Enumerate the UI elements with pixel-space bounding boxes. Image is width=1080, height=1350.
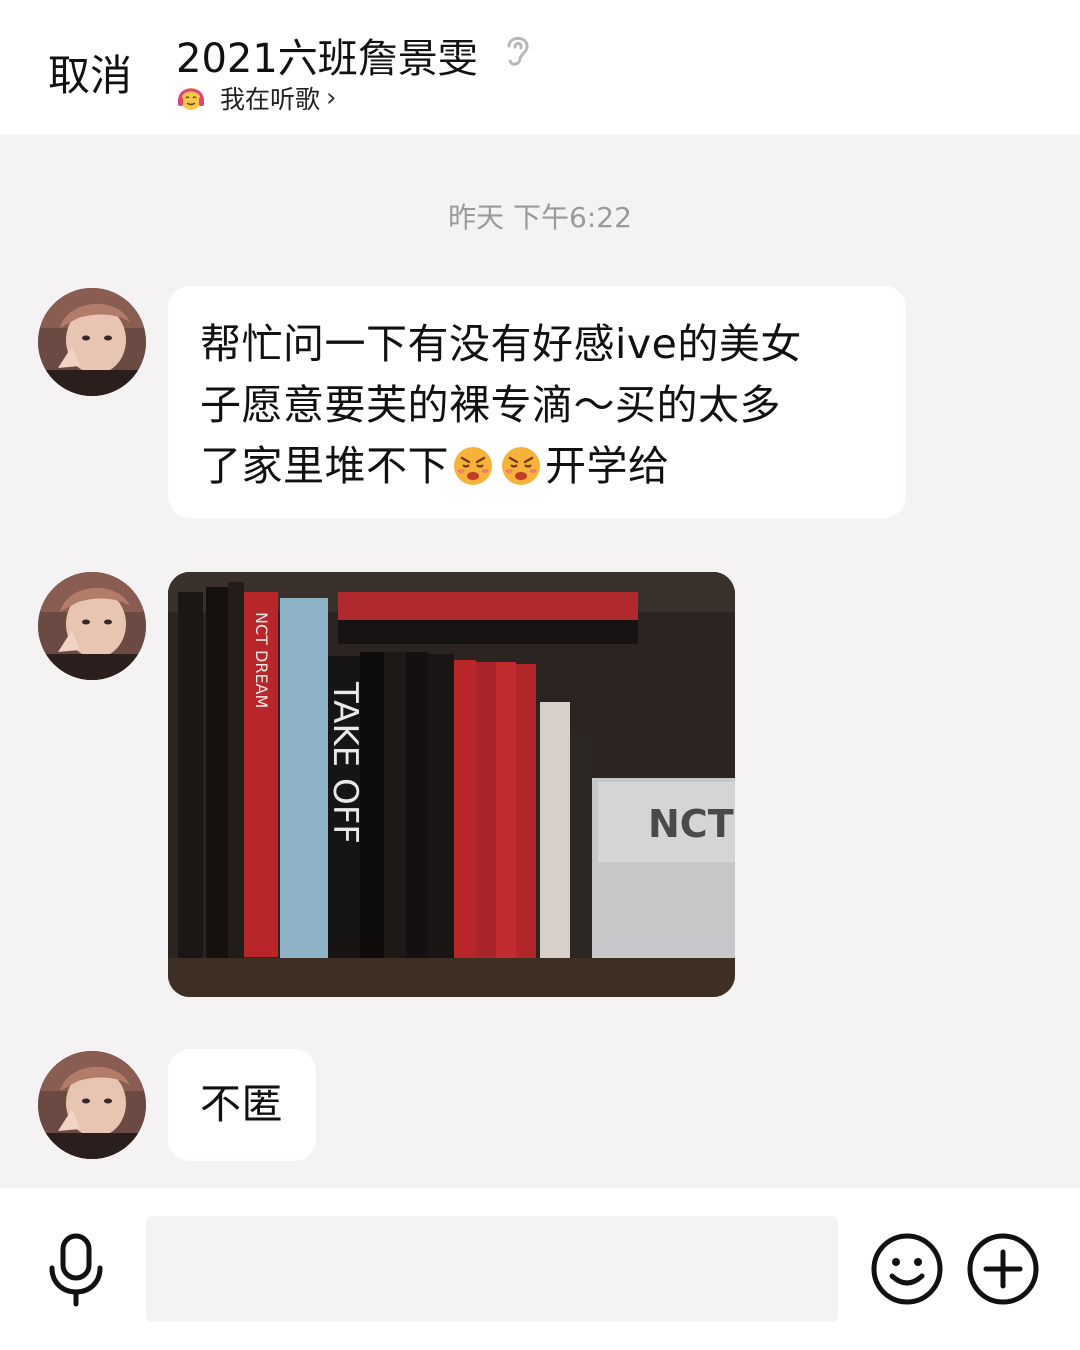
message-line-text: 开学给 xyxy=(545,442,670,490)
message-bubble[interactable]: 不匿 xyxy=(168,1049,316,1161)
chevron-right-icon: › xyxy=(326,83,337,113)
avatar-image xyxy=(38,572,146,680)
message-text: 帮忙问一下有没有好感ive的美女 子愿意要芙的裸专滴～买的太多 了家里堆不下 开… xyxy=(200,314,874,497)
microphone-icon[interactable] xyxy=(44,1232,108,1308)
message-text: 不匿 xyxy=(200,1080,283,1128)
svg-text:NCT: NCT xyxy=(648,802,734,846)
listening-status[interactable]: 我在听歌 › xyxy=(176,82,336,114)
avatar-image xyxy=(38,1051,146,1159)
svg-text:TAKE OFF: TAKE OFF xyxy=(325,681,365,844)
frowning-face-emoji-icon xyxy=(454,447,492,485)
plus-icon[interactable] xyxy=(966,1232,1040,1306)
ear-icon[interactable] xyxy=(500,30,534,70)
svg-text:NCT DREAM: NCT DREAM xyxy=(252,612,271,708)
message-line-text: 了家里堆不下 xyxy=(200,442,449,490)
message-bubble[interactable]: 帮忙问一下有没有好感ive的美女 子愿意要芙的裸专滴～买的太多 了家里堆不下 开… xyxy=(168,286,906,518)
avatar[interactable] xyxy=(38,572,146,680)
message-line: 帮忙问一下有没有好感ive的美女 xyxy=(200,320,802,368)
smiley-icon[interactable] xyxy=(870,1232,944,1306)
avatar[interactable] xyxy=(38,288,146,396)
avatar-image xyxy=(38,288,146,396)
message-timestamp: 昨天 下午6:22 xyxy=(448,201,632,234)
message-input[interactable] xyxy=(146,1216,838,1322)
avatar[interactable] xyxy=(38,1051,146,1159)
chat-area[interactable]: 昨天 下午6:22 帮忙问一下有没有好感ive的美女 子愿意要芙的裸专滴～买的太… xyxy=(0,134,1080,1188)
chat-title: 2021六班詹景雯 xyxy=(176,36,478,82)
message-line: 了家里堆不下 开学给 xyxy=(200,436,874,497)
chat-header: 取消 2021六班詹景雯 我在听歌 › xyxy=(0,0,1080,134)
album-shelf-photo[interactable]: NCT DREAM TAKE OFF NCT xyxy=(168,572,735,997)
frowning-face-emoji-icon xyxy=(502,447,540,485)
headphone-emoji-icon xyxy=(178,88,204,110)
status-text: 我在听歌 xyxy=(220,85,321,114)
message-line: 子愿意要芙的裸专滴～买的太多 xyxy=(200,381,781,429)
cancel-button[interactable]: 取消 xyxy=(48,42,132,103)
photo-image: NCT DREAM TAKE OFF NCT xyxy=(168,572,735,997)
input-bar xyxy=(0,1188,1080,1350)
